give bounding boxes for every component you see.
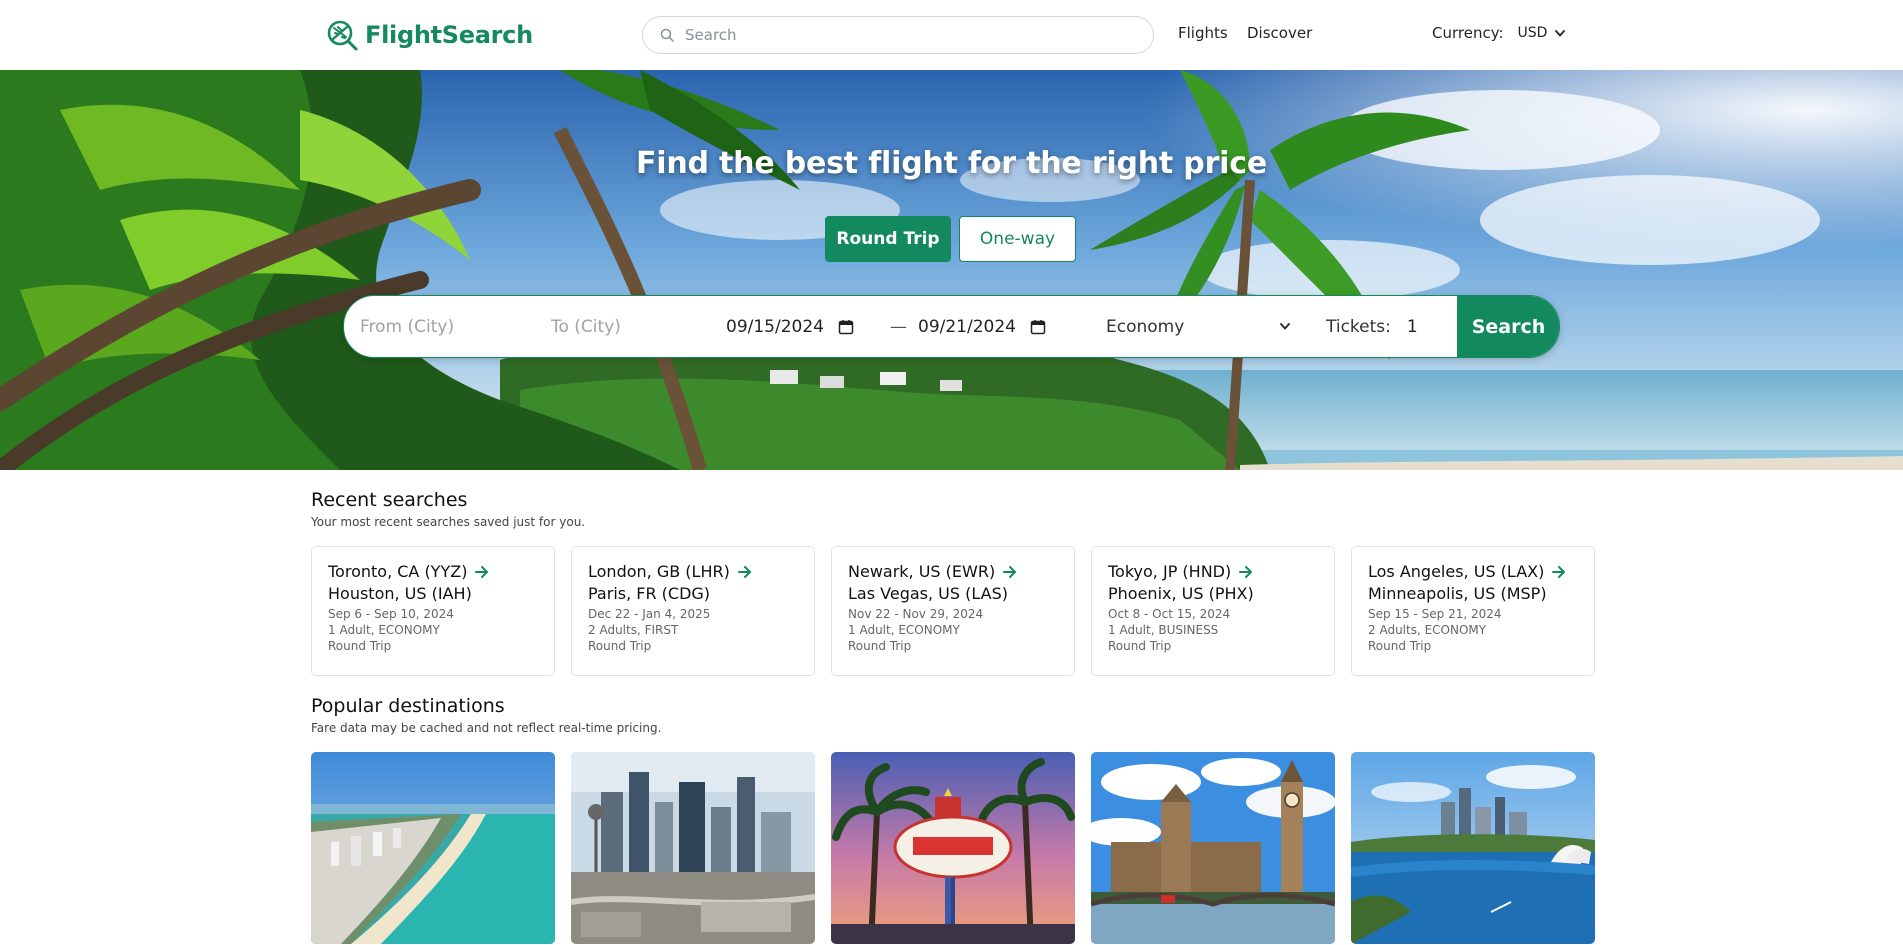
arrow-right-icon	[475, 566, 489, 578]
flight-search-bar: 09/15/2024 — 09/21/2024 Economy	[343, 295, 1560, 358]
depart-date-field[interactable]: 09/15/2024	[726, 317, 854, 337]
destination-city: Minneapolis, US (MSP)	[1368, 584, 1547, 603]
search-dates: Nov 22 - Nov 29, 2024	[848, 607, 984, 621]
calendar-icon[interactable]	[838, 319, 854, 335]
date-separator: —	[890, 316, 907, 337]
destination-card-vegas-sign[interactable]	[831, 752, 1075, 944]
popular-destinations-title: Popular destinations	[311, 695, 505, 717]
arrow-right-icon	[1552, 566, 1566, 578]
origin-city: Los Angeles, US (LAX)	[1368, 562, 1545, 581]
search-passengers: 2 Adults, FIRST	[588, 623, 679, 637]
currency-selector: Currency: USD	[1432, 22, 1571, 44]
chevron-down-icon	[1555, 29, 1566, 36]
destination-card-harbour-city[interactable]	[1351, 752, 1595, 944]
currency-value: USD	[1517, 25, 1548, 41]
recent-search-card[interactable]: Toronto, CA (YYZ) Houston, US (IAH) Sep …	[311, 546, 555, 676]
route-origin: Newark, US (EWR)	[848, 562, 1058, 582]
route-origin: Tokyo, JP (HND)	[1108, 562, 1318, 582]
beach-city-photo	[311, 752, 555, 944]
search-flights-button[interactable]: Search	[1457, 296, 1559, 357]
top-header: FlightSearch Flights Discover Currency: …	[0, 0, 1903, 70]
route-origin: Toronto, CA (YYZ)	[328, 562, 538, 582]
tickets-label: Tickets:	[1326, 316, 1391, 337]
cabin-class-select[interactable]: Economy	[1106, 316, 1291, 337]
origin-city: Newark, US (EWR)	[848, 562, 996, 581]
recent-searches-subtitle: Your most recent searches saved just for…	[311, 515, 586, 529]
destination-city: Houston, US (IAH)	[328, 584, 472, 603]
currency-label: Currency:	[1432, 24, 1504, 42]
search-dates: Dec 22 - Jan 4, 2025	[588, 607, 711, 621]
search-passengers: 1 Adult, ECONOMY	[848, 623, 960, 637]
search-trip-type: Round Trip	[848, 639, 912, 653]
brand-logo[interactable]: FlightSearch	[326, 15, 533, 55]
recent-search-card[interactable]: Tokyo, JP (HND) Phoenix, US (PHX) Oct 8 …	[1091, 546, 1335, 676]
destination-card-parliament[interactable]	[1091, 752, 1335, 944]
recent-search-card[interactable]: London, GB (LHR) Paris, FR (CDG) Dec 22 …	[571, 546, 815, 676]
cabin-class-value: Economy	[1106, 316, 1185, 337]
return-date-value: 09/21/2024	[918, 316, 1016, 337]
destination-card-skyline-city[interactable]	[571, 752, 815, 944]
search-dates: Sep 6 - Sep 10, 2024	[328, 607, 454, 621]
round-trip-button[interactable]: Round Trip	[825, 216, 951, 262]
hero-title: Find the best flight for the right price	[635, 146, 1267, 181]
origin-city: Tokyo, JP (HND)	[1108, 562, 1232, 581]
search-passengers: 2 Adults, ECONOMY	[1368, 623, 1487, 637]
nav-discover[interactable]: Discover	[1247, 24, 1312, 42]
trip-type-toggle: Round Trip One-way	[825, 216, 1076, 262]
calendar-icon[interactable]	[1030, 319, 1046, 335]
header-search[interactable]	[642, 16, 1154, 54]
destination-city: Las Vegas, US (LAS)	[848, 584, 1008, 603]
search-input[interactable]	[685, 26, 1125, 44]
currency-dropdown[interactable]: USD	[1516, 22, 1572, 44]
origin-city: London, GB (LHR)	[588, 562, 730, 581]
popular-destinations-subtitle: Fare data may be cached and not reflect …	[311, 721, 662, 735]
harbour-city-photo	[1351, 752, 1595, 944]
chevron-down-icon	[1280, 323, 1291, 330]
arrow-right-icon	[737, 566, 751, 578]
to-city-input[interactable]	[551, 316, 711, 337]
recent-search-card[interactable]: Newark, US (EWR) Las Vegas, US (LAS) Nov…	[831, 546, 1075, 676]
vegas-sign-photo	[831, 752, 1075, 944]
recent-searches-title: Recent searches	[311, 489, 468, 511]
tickets-field[interactable]: Tickets: 1	[1326, 317, 1418, 337]
search-trip-type: Round Trip	[1108, 639, 1172, 653]
search-trip-type: Round Trip	[588, 639, 652, 653]
destination-card-beach-city[interactable]	[311, 752, 555, 944]
search-passengers: 1 Adult, ECONOMY	[328, 623, 440, 637]
skyline-city-photo	[571, 752, 815, 944]
depart-date-value: 09/15/2024	[726, 316, 824, 337]
plane-search-icon	[327, 20, 358, 51]
tickets-value[interactable]: 1	[1407, 317, 1418, 337]
search-passengers: 1 Adult, BUSINESS	[1108, 623, 1219, 637]
origin-city: Toronto, CA (YYZ)	[328, 562, 468, 581]
search-trip-type: Round Trip	[1368, 639, 1432, 653]
search-trip-type: Round Trip	[328, 639, 392, 653]
hero-banner: Find the best flight for the right price…	[0, 70, 1903, 470]
search-dates: Oct 8 - Oct 15, 2024	[1108, 607, 1231, 621]
recent-search-card[interactable]: Los Angeles, US (LAX) Minneapolis, US (M…	[1351, 546, 1595, 676]
route-origin: Los Angeles, US (LAX)	[1368, 562, 1578, 582]
search-dates: Sep 15 - Sep 21, 2024	[1368, 607, 1502, 621]
arrow-right-icon	[1239, 566, 1253, 578]
recent-searches-list: Toronto, CA (YYZ) Houston, US (IAH) Sep …	[311, 546, 1595, 676]
search-icon	[660, 28, 674, 42]
arrow-right-icon	[1003, 566, 1017, 578]
from-city-input[interactable]	[360, 316, 540, 337]
destination-city: Paris, FR (CDG)	[588, 584, 711, 603]
return-date-field[interactable]: 09/21/2024	[918, 317, 1046, 337]
parliament-photo	[1091, 752, 1335, 944]
tropical-beach-background	[0, 70, 1903, 470]
popular-destinations-list	[311, 752, 1595, 944]
destination-city: Phoenix, US (PHX)	[1108, 584, 1254, 603]
route-origin: London, GB (LHR)	[588, 562, 798, 582]
one-way-button[interactable]: One-way	[959, 216, 1076, 262]
brand-name: FlightSearch	[365, 21, 533, 49]
nav-flights[interactable]: Flights	[1178, 24, 1228, 42]
